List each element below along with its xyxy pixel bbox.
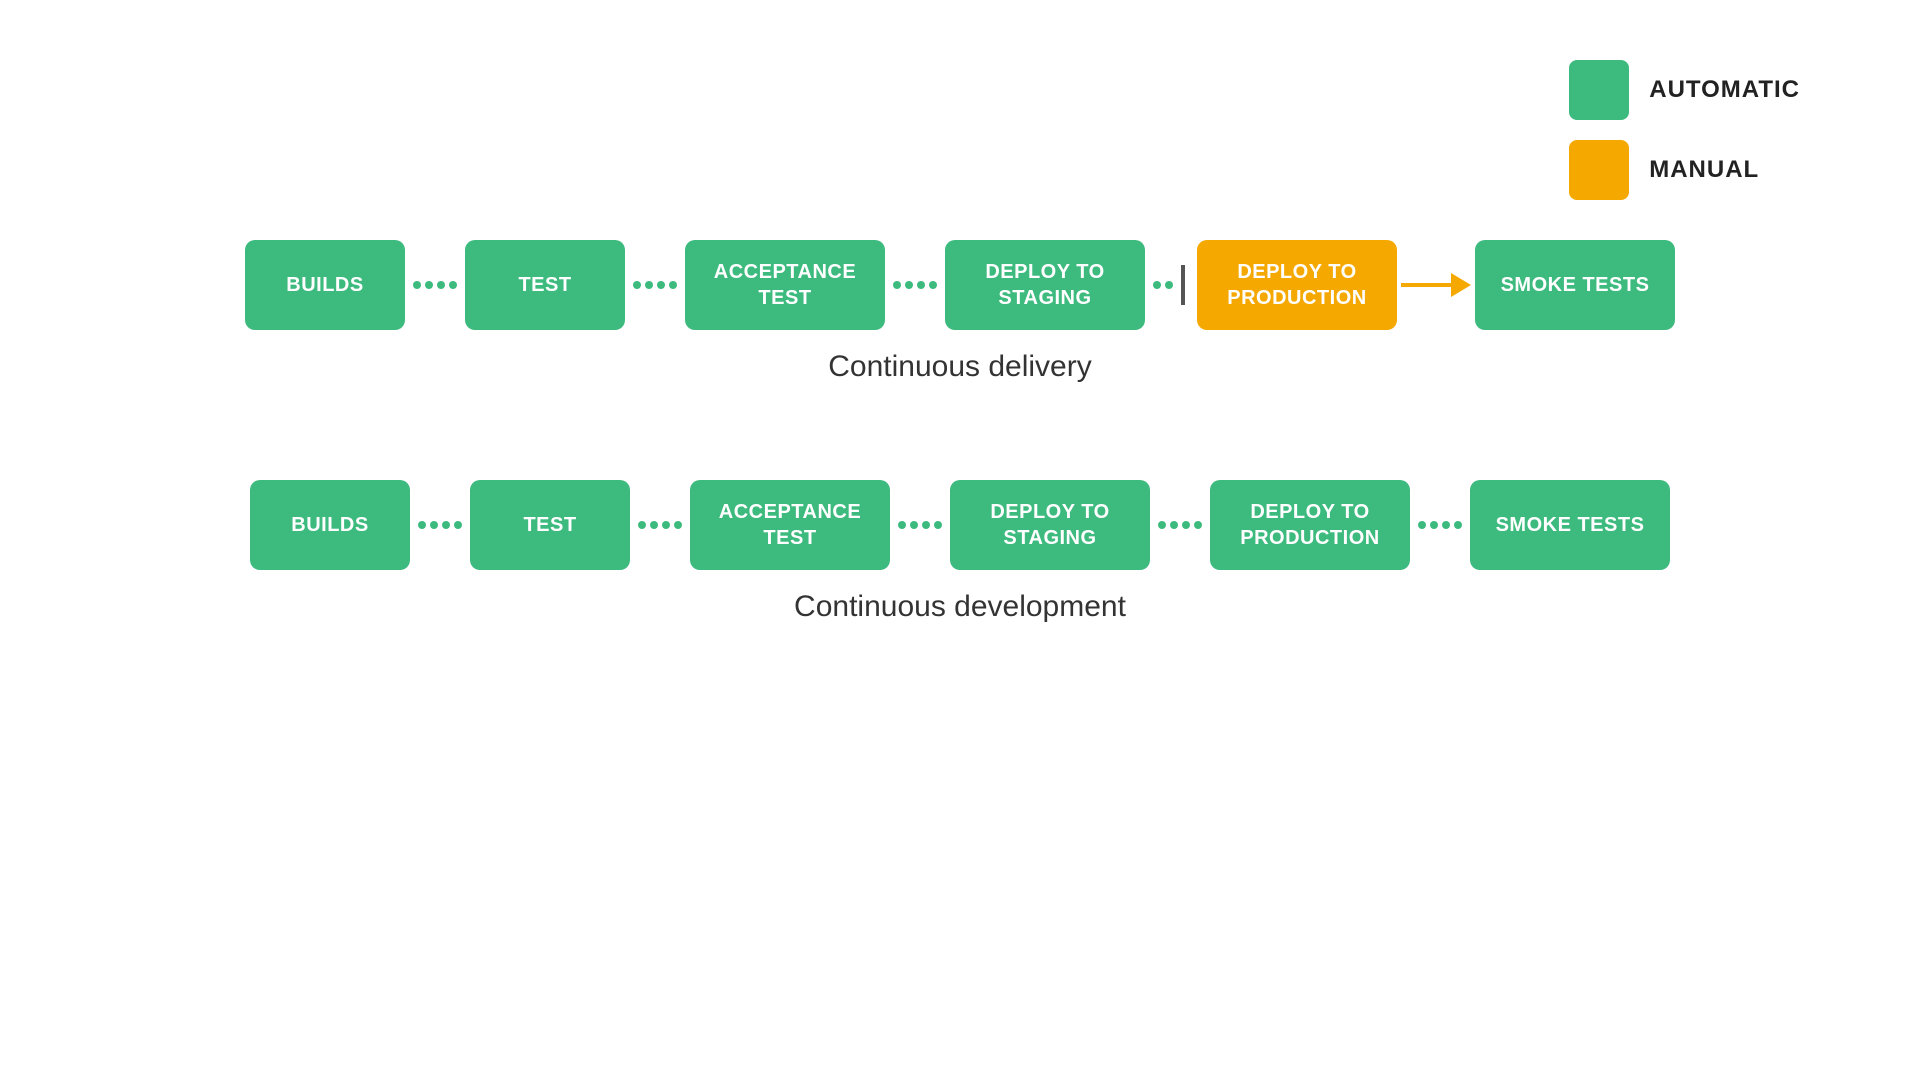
dot	[910, 521, 918, 529]
dot	[674, 521, 682, 529]
connector-5	[1410, 521, 1470, 529]
dot	[1182, 521, 1190, 529]
dot	[633, 281, 641, 289]
development-acceptance-test: ACCEPTANCE TEST	[690, 480, 890, 570]
dot	[917, 281, 925, 289]
dot	[650, 521, 658, 529]
dot	[1165, 281, 1173, 289]
legend-automatic: AUTOMATIC	[1569, 60, 1800, 120]
development-pipeline: BUILDS TEST ACCEPTANCE TEST DEPL	[0, 480, 1920, 570]
connector-3	[885, 281, 945, 289]
delivery-builds: BUILDS	[245, 240, 405, 330]
connector-3	[890, 521, 950, 529]
development-smoke-tests: SMOKE TESTS	[1470, 480, 1670, 570]
barrier-line	[1181, 265, 1185, 305]
dot	[1454, 521, 1462, 529]
development-deploy-production: DEPLOY TO PRODUCTION	[1210, 480, 1410, 570]
dot	[905, 281, 913, 289]
legend-manual-label: MANUAL	[1649, 156, 1759, 184]
dot	[669, 281, 677, 289]
dot	[922, 521, 930, 529]
dot	[454, 521, 462, 529]
arrow-line	[1401, 283, 1451, 287]
connector-2	[625, 281, 685, 289]
arrow-connector	[1397, 273, 1475, 297]
dot	[437, 281, 445, 289]
legend-automatic-box	[1569, 60, 1629, 120]
dot	[442, 521, 450, 529]
legend: AUTOMATIC MANUAL	[1569, 60, 1800, 200]
development-title: Continuous development	[0, 590, 1920, 624]
dot	[893, 281, 901, 289]
dot	[1170, 521, 1178, 529]
dot	[1430, 521, 1438, 529]
delivery-diagram: BUILDS TEST ACCEPTANCE TEST DEPL	[0, 240, 1920, 384]
dot	[929, 281, 937, 289]
connector-1	[405, 281, 465, 289]
development-deploy-staging: DEPLOY TO STAGING	[950, 480, 1150, 570]
dot	[1442, 521, 1450, 529]
delivery-acceptance-test: ACCEPTANCE TEST	[685, 240, 885, 330]
dot	[1194, 521, 1202, 529]
development-diagram: BUILDS TEST ACCEPTANCE TEST DEPL	[0, 480, 1920, 624]
dot	[413, 281, 421, 289]
dot	[1158, 521, 1166, 529]
delivery-smoke-tests: SMOKE TESTS	[1475, 240, 1675, 330]
connector-1	[410, 521, 470, 529]
dot	[425, 281, 433, 289]
dot	[430, 521, 438, 529]
delivery-title: Continuous delivery	[0, 350, 1920, 384]
dot	[1153, 281, 1161, 289]
delivery-deploy-production: DEPLOY TO PRODUCTION	[1197, 240, 1397, 330]
dot	[657, 281, 665, 289]
dot	[645, 281, 653, 289]
arrow-head	[1451, 273, 1471, 297]
legend-automatic-label: AUTOMATIC	[1649, 76, 1800, 104]
barrier-connector	[1145, 265, 1197, 305]
dot	[638, 521, 646, 529]
dot	[449, 281, 457, 289]
legend-manual-box	[1569, 140, 1629, 200]
dot	[934, 521, 942, 529]
delivery-deploy-staging: DEPLOY TO STAGING	[945, 240, 1145, 330]
barrier-dots	[1153, 281, 1173, 289]
development-builds: BUILDS	[250, 480, 410, 570]
dot	[418, 521, 426, 529]
legend-manual: MANUAL	[1569, 140, 1800, 200]
development-test: TEST	[470, 480, 630, 570]
dot	[662, 521, 670, 529]
dot	[1418, 521, 1426, 529]
delivery-pipeline: BUILDS TEST ACCEPTANCE TEST DEPL	[0, 240, 1920, 330]
dot	[898, 521, 906, 529]
connector-2	[630, 521, 690, 529]
connector-4	[1150, 521, 1210, 529]
delivery-test: TEST	[465, 240, 625, 330]
